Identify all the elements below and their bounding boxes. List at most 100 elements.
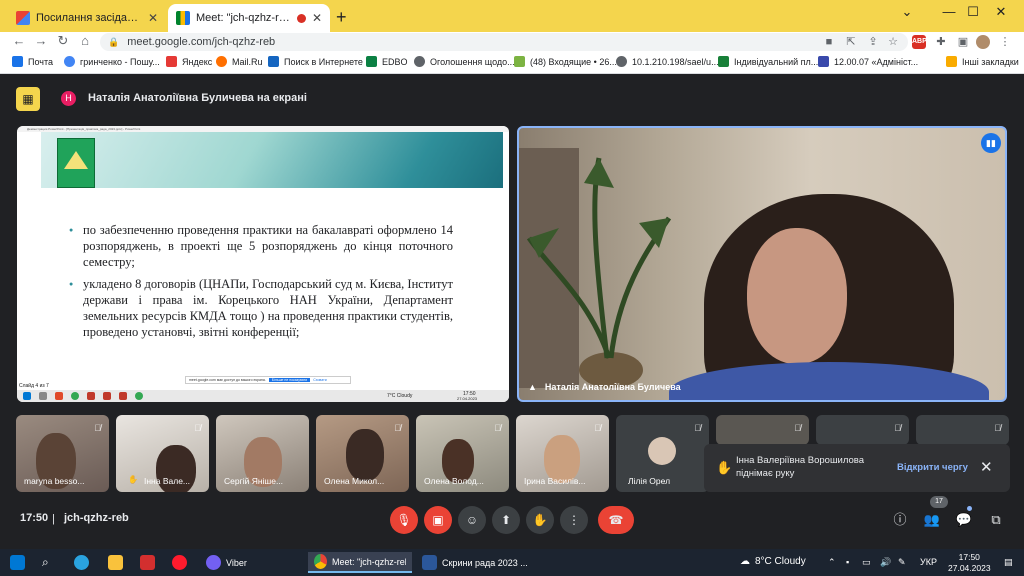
phone-hangup-icon: ☎ [608,513,624,527]
participant-tile[interactable]: 🎙̸ ✋ Інна Вале... [116,415,209,492]
address-bar[interactable]: 🔒 meet.google.com/jch-qzhz-reb [100,33,908,51]
bookmark-item[interactable]: гринченко - Пошу... [64,56,160,67]
back-button[interactable]: ← [10,33,28,48]
profile-avatar[interactable] [976,35,990,49]
url-text: meet.google.com/jch-qzhz-reb [127,36,276,48]
participant-tile[interactable]: 🎙̸ Олена Волод... [416,415,509,492]
activities-button[interactable]: ⧉ [986,510,1006,530]
star-icon[interactable]: ☆ [886,35,900,49]
bookmark-item[interactable]: Оголошення щодо... [414,56,515,67]
presentation-icon[interactable]: ▦ [16,87,40,111]
pen-icon[interactable]: ✎ [898,557,906,568]
info-icon: ⓘ [893,512,907,527]
open-queue-button[interactable]: Відкрити чергу [897,462,968,473]
toast-message: Інна Валеріївна Ворошилова піднімає руку [736,455,865,479]
input-language[interactable]: УКР [920,557,937,567]
mic-off-icon: 🎙̸ [394,423,401,433]
pin-icon[interactable]: ▲ [528,382,537,392]
gmail-icon [16,11,30,25]
notifications-icon[interactable]: ▤ [1004,557,1013,568]
bookmark-item[interactable]: Індивідуальний пл... [718,56,818,67]
participant-tile[interactable]: 🎙̸ Олена Микол... [316,415,409,492]
chat-button[interactable]: 💬 [954,510,974,530]
chevron-up-icon[interactable]: ⌃ [828,557,836,568]
close-icon[interactable]: ✕ [312,11,322,25]
bookmark-item[interactable]: (48) Входящие • 26... [514,56,617,67]
speaker-video[interactable] [517,126,1007,402]
chrome-icon [314,554,328,569]
bookmark-folder[interactable]: Інші закладки [946,56,1019,67]
windows-start-icon[interactable] [10,555,25,570]
stop-sharing-button[interactable]: Більше не показувати [268,378,311,382]
participant-tile[interactable]: 🎙̸ [916,415,1009,445]
participant-tile[interactable]: 🎙̸ [816,415,909,445]
chrome-icon [135,392,143,400]
taskbar-app[interactable]: Скрини рада 2023 ... [416,552,534,573]
acrobat-icon[interactable] [140,555,155,570]
emoji-button[interactable]: ☺ [458,506,486,534]
more-options-button[interactable]: ⋮ [560,506,588,534]
network-icon[interactable]: ▭ [862,557,871,568]
shared-screen[interactable]: Демонстрация PowerPoint - [Презентація_п… [17,126,509,402]
reload-button[interactable]: ↻ [54,33,72,49]
search-icon[interactable]: ⌕ [42,555,57,570]
weather-widget[interactable]: ☁ 8°C Cloudy [740,556,806,567]
mic-off-icon: 🎙̸ [694,423,701,433]
forward-button[interactable]: → [32,33,50,48]
system-clock[interactable]: 17:50 27.04.2023 [948,552,991,574]
slide-bullet: укладено 8 договорів (ЦНАПи, Господарськ… [69,276,453,340]
camera-toggle-button[interactable]: ▣ [424,506,452,534]
participant-tile[interactable]: 🎙̸ maryna besso... [16,415,109,492]
taskbar-app[interactable]: Meet: "jch-qzhz-reb... [308,552,412,573]
volume-icon[interactable]: 🔊 [880,557,891,568]
bookmark-item[interactable]: Поиск в Интернете [268,56,363,67]
bookmark-item[interactable]: EDBO [366,56,408,67]
info-button[interactable]: ⓘ [890,510,910,530]
close-icon[interactable]: ✕ [148,11,158,25]
participant-tile[interactable]: Сергій Яніше... [216,415,309,492]
globe-icon [414,56,425,67]
raised-hand-icon: ✋ [128,475,138,484]
hide-banner-button[interactable]: Сховати [313,378,326,382]
bookmark-item[interactable]: Почта [12,56,53,67]
open-external-icon[interactable]: ⇱ [844,35,858,49]
yandex-icon [166,56,177,67]
bookmark-item[interactable]: Mail.Ru [216,56,263,67]
taskbar-app[interactable]: Viber [200,552,253,573]
share-icon[interactable]: ⇪ [866,35,880,49]
bookmark-item[interactable]: 12.00.07 «Адмініст... [818,56,918,67]
tab-meet[interactable]: Meet: "jch-qzhz-reb" ✕ [168,4,330,32]
present-button[interactable]: ⬆ [492,506,520,534]
chevron-down-icon[interactable]: ⌄ [884,4,930,20]
mic-toggle-button[interactable]: 🎙 [390,506,418,534]
present-icon: ⬆ [500,513,512,527]
system-date: 27.04.2023 [948,563,991,573]
bookmark-item[interactable]: Яндекс [166,56,212,67]
participant-tile[interactable]: 🎙̸ [716,415,809,445]
tab-gmail[interactable]: Посилання засідання Ради робо ✕ [8,4,166,32]
raise-hand-button[interactable]: ✋ [526,506,554,534]
menu-icon[interactable]: ⋮ [998,35,1012,49]
bookmark-item[interactable]: 10.1.210.198/sael/u... [616,56,719,67]
home-button[interactable]: ⌂ [76,33,94,48]
camera-icon[interactable]: ■ [822,35,836,49]
opera-icon[interactable] [172,555,187,570]
adblock-icon[interactable]: ABP [912,35,927,49]
participant-tile[interactable]: 🎙̸ Ірина Василів... [516,415,609,492]
tray-icon[interactable]: ▪ [846,557,849,567]
participant-tile[interactable]: 🎙̸ Лілія Орел [616,415,709,492]
close-icon[interactable]: ✕ [980,458,993,476]
chrome-icon [71,392,79,400]
new-tab-button[interactable]: + [336,7,347,28]
edge-icon[interactable] [74,555,89,570]
slide-header-band [41,132,503,188]
folder-icon[interactable] [108,555,123,570]
sidepanel-icon[interactable]: ▣ [956,35,970,49]
window-close-button[interactable]: ✕ [978,4,1024,20]
leave-call-button[interactable]: ☎ [598,506,634,534]
system-time: 17:50 [958,552,980,562]
extensions-icon[interactable]: ✚ [934,35,948,49]
participant-face [747,228,847,364]
taskbar-app-label: Viber [226,557,247,568]
people-button[interactable]: 👥 [922,510,942,530]
